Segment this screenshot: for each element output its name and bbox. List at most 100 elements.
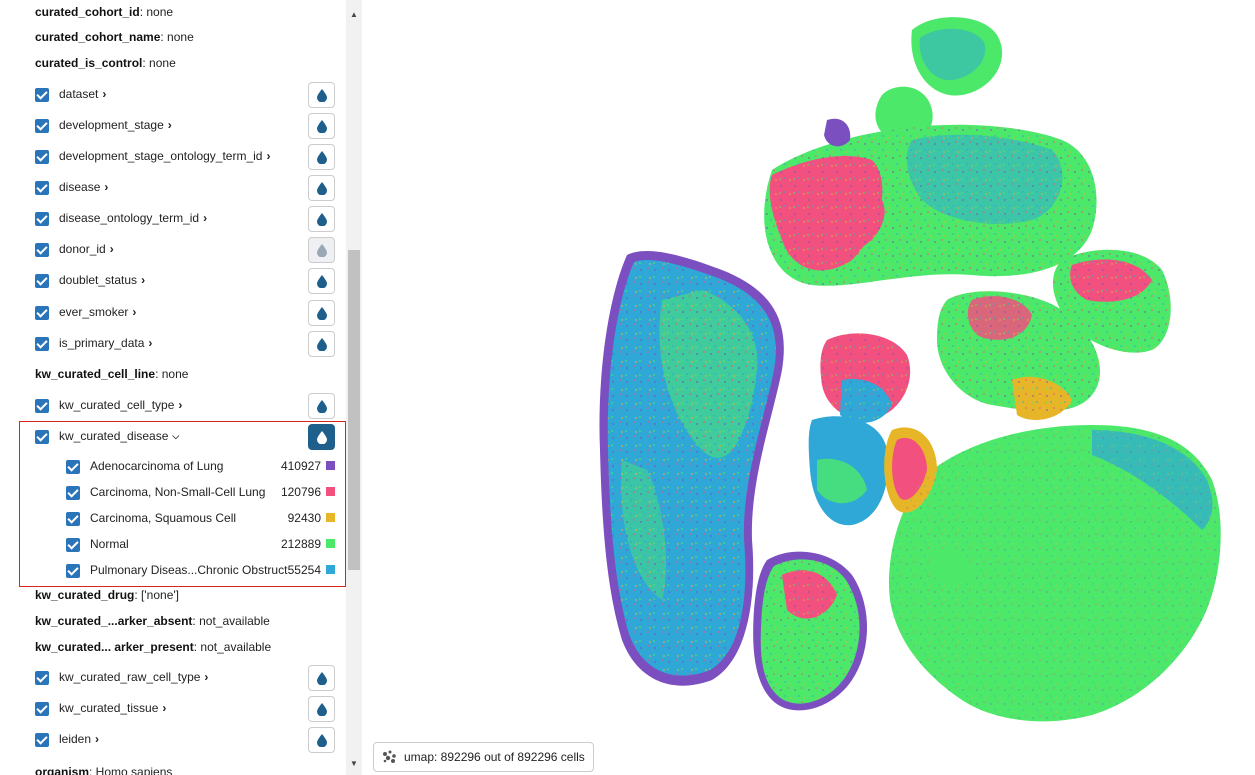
- field-key: curated_is_control: [35, 56, 143, 70]
- field-label[interactable]: kw_curated_cell_type ›: [59, 398, 182, 412]
- field-row-development-stage[interactable]: development_stage ›: [0, 111, 346, 142]
- color-by-button[interactable]: [308, 665, 335, 691]
- chevron-right-icon[interactable]: ›: [204, 670, 208, 684]
- field-key: kw_curated_drug: [35, 588, 135, 602]
- status-chip[interactable]: umap: 892296 out of 892296 cells: [373, 742, 594, 772]
- scatter-plot-icon: [383, 750, 396, 763]
- field-label[interactable]: donor_id ›: [59, 242, 114, 256]
- field-key: curated_cohort_name: [35, 30, 161, 44]
- chevron-right-icon[interactable]: ›: [132, 305, 136, 319]
- field-row-dataset[interactable]: dataset ›: [0, 80, 346, 111]
- field-value: : ['none']: [134, 588, 179, 602]
- field-row-is-primary-data[interactable]: is_primary_data ›: [0, 329, 346, 360]
- water-drop-icon: [317, 307, 327, 320]
- chevron-right-icon[interactable]: ›: [104, 180, 108, 194]
- color-by-button[interactable]: [308, 237, 335, 263]
- chevron-right-icon[interactable]: ›: [110, 242, 114, 256]
- field-row-ever-smoker[interactable]: ever_smoker ›: [0, 298, 346, 329]
- field-row-leiden[interactable]: leiden ›: [0, 725, 346, 756]
- sidebar-scrollbar[interactable]: ▲ ▼: [346, 0, 362, 775]
- field-checkbox[interactable]: [35, 88, 49, 102]
- color-by-button[interactable]: [308, 300, 335, 326]
- field-row-disease[interactable]: disease ›: [0, 173, 346, 204]
- chevron-right-icon[interactable]: ›: [178, 398, 182, 412]
- field-checkbox[interactable]: [35, 150, 49, 164]
- color-by-button[interactable]: [308, 727, 335, 753]
- organism-row: organism: Homo sapiens: [35, 762, 172, 775]
- field-key: curated_cohort_id: [35, 5, 140, 19]
- water-drop-icon: [317, 89, 327, 102]
- water-drop-icon: [317, 703, 327, 716]
- field-checkbox[interactable]: [35, 306, 49, 320]
- umap-scatter-plot[interactable]: [372, 0, 1255, 775]
- field-value: : none: [160, 30, 194, 44]
- field-value: : none: [139, 5, 174, 19]
- color-by-button[interactable]: [308, 113, 335, 139]
- water-drop-icon: [317, 672, 327, 685]
- chevron-right-icon[interactable]: ›: [162, 701, 166, 715]
- field-row-kw-curated-raw-cell-type[interactable]: kw_curated_raw_cell_type ›: [0, 663, 346, 694]
- chevron-right-icon[interactable]: ›: [266, 149, 270, 163]
- field-checkbox[interactable]: [35, 702, 49, 716]
- water-drop-icon: [317, 244, 327, 257]
- category-sidebar: curated_cohort_id: none curated_cohort_n…: [0, 0, 346, 775]
- curated-cohort-id-row: curated_cohort_id: none: [35, 2, 173, 22]
- field-row-kw-curated-cell-type[interactable]: kw_curated_cell_type ›: [0, 391, 346, 422]
- water-drop-icon: [317, 151, 327, 164]
- field-key: kw_curated_...arker_absent: [35, 614, 193, 628]
- chevron-right-icon[interactable]: ›: [95, 732, 99, 746]
- field-checkbox[interactable]: [35, 733, 49, 747]
- curated-cohort-name-row: curated_cohort_name: none: [35, 27, 194, 47]
- water-drop-icon: [317, 734, 327, 747]
- field-label[interactable]: kw_curated_tissue ›: [59, 701, 166, 715]
- color-by-button[interactable]: [308, 82, 335, 108]
- kw-curated-drug-row: kw_curated_drug: ['none']: [35, 585, 179, 605]
- field-checkbox[interactable]: [35, 399, 49, 413]
- water-drop-icon: [317, 275, 327, 288]
- field-label[interactable]: disease ›: [59, 180, 108, 194]
- kw-curated-marker-present-row: kw_curated... arker_present: not_availab…: [35, 637, 271, 657]
- field-value: : Homo sapiens: [89, 765, 173, 775]
- field-checkbox[interactable]: [35, 119, 49, 133]
- field-checkbox[interactable]: [35, 274, 49, 288]
- color-by-button[interactable]: [308, 268, 335, 294]
- color-by-button[interactable]: [308, 206, 335, 232]
- field-row-disease-ontology-term-id[interactable]: disease_ontology_term_id ›: [0, 204, 346, 235]
- chevron-right-icon[interactable]: ›: [148, 336, 152, 350]
- field-label[interactable]: ever_smoker ›: [59, 305, 136, 319]
- chevron-right-icon[interactable]: ›: [141, 273, 145, 287]
- water-drop-icon: [317, 400, 327, 413]
- color-by-button[interactable]: [308, 144, 335, 170]
- field-row-donor-id[interactable]: donor_id ›: [0, 235, 346, 266]
- field-row-doublet-status[interactable]: doublet_status ›: [0, 266, 346, 297]
- field-row-kw-curated-tissue[interactable]: kw_curated_tissue ›: [0, 694, 346, 725]
- field-label[interactable]: leiden ›: [59, 732, 99, 746]
- scroll-up-arrow-icon[interactable]: ▲: [346, 8, 362, 22]
- scroll-down-arrow-icon[interactable]: ▼: [346, 757, 362, 771]
- kw-curated-marker-absent-row: kw_curated_...arker_absent: not_availabl…: [35, 611, 270, 631]
- chevron-right-icon[interactable]: ›: [168, 118, 172, 132]
- highlight-box: [19, 421, 346, 587]
- field-checkbox[interactable]: [35, 243, 49, 257]
- scrollbar-thumb[interactable]: [348, 250, 360, 570]
- field-checkbox[interactable]: [35, 181, 49, 195]
- field-label[interactable]: is_primary_data ›: [59, 336, 152, 350]
- color-by-button[interactable]: [308, 696, 335, 722]
- field-label[interactable]: development_stage_ontology_term_id ›: [59, 149, 270, 163]
- field-value: : none: [142, 56, 176, 70]
- field-label[interactable]: doublet_status ›: [59, 273, 145, 287]
- color-by-button[interactable]: [308, 175, 335, 201]
- field-checkbox[interactable]: [35, 671, 49, 685]
- color-by-button[interactable]: [308, 331, 335, 357]
- field-row-development-stage-ontology-term-id[interactable]: development_stage_ontology_term_id ›: [0, 142, 346, 173]
- field-label[interactable]: dataset ›: [59, 87, 106, 101]
- field-label[interactable]: development_stage ›: [59, 118, 172, 132]
- color-by-button[interactable]: [308, 393, 335, 419]
- field-checkbox[interactable]: [35, 337, 49, 351]
- field-label[interactable]: disease_ontology_term_id ›: [59, 211, 207, 225]
- chevron-right-icon[interactable]: ›: [102, 87, 106, 101]
- field-checkbox[interactable]: [35, 212, 49, 226]
- umap-clusters: [599, 17, 1221, 722]
- chevron-right-icon[interactable]: ›: [203, 211, 207, 225]
- field-label[interactable]: kw_curated_raw_cell_type ›: [59, 670, 208, 684]
